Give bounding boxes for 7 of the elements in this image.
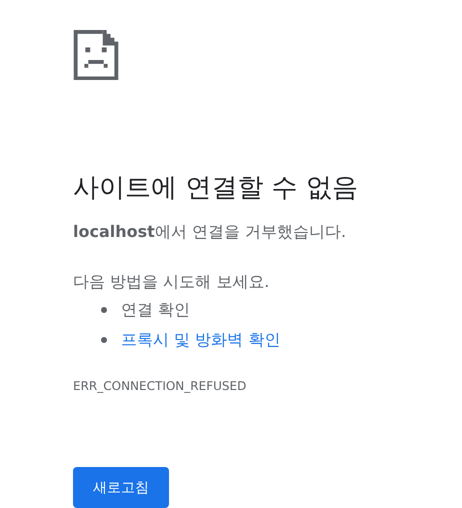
suggestions-intro: 다음 방법을 시도해 보세요. xyxy=(73,271,270,294)
suggestion-text: 연결 확인 xyxy=(121,299,190,322)
error-heading: 사이트에 연결할 수 없음 xyxy=(73,172,358,206)
reload-button[interactable]: 새로고침 xyxy=(73,467,169,508)
suggestion-link[interactable]: 프록시 및 방화벽 확인 xyxy=(121,328,280,352)
error-message: localhost에서 연결을 거부했습니다. xyxy=(73,221,346,244)
error-code: ERR_CONNECTION_REFUSED xyxy=(73,378,246,394)
